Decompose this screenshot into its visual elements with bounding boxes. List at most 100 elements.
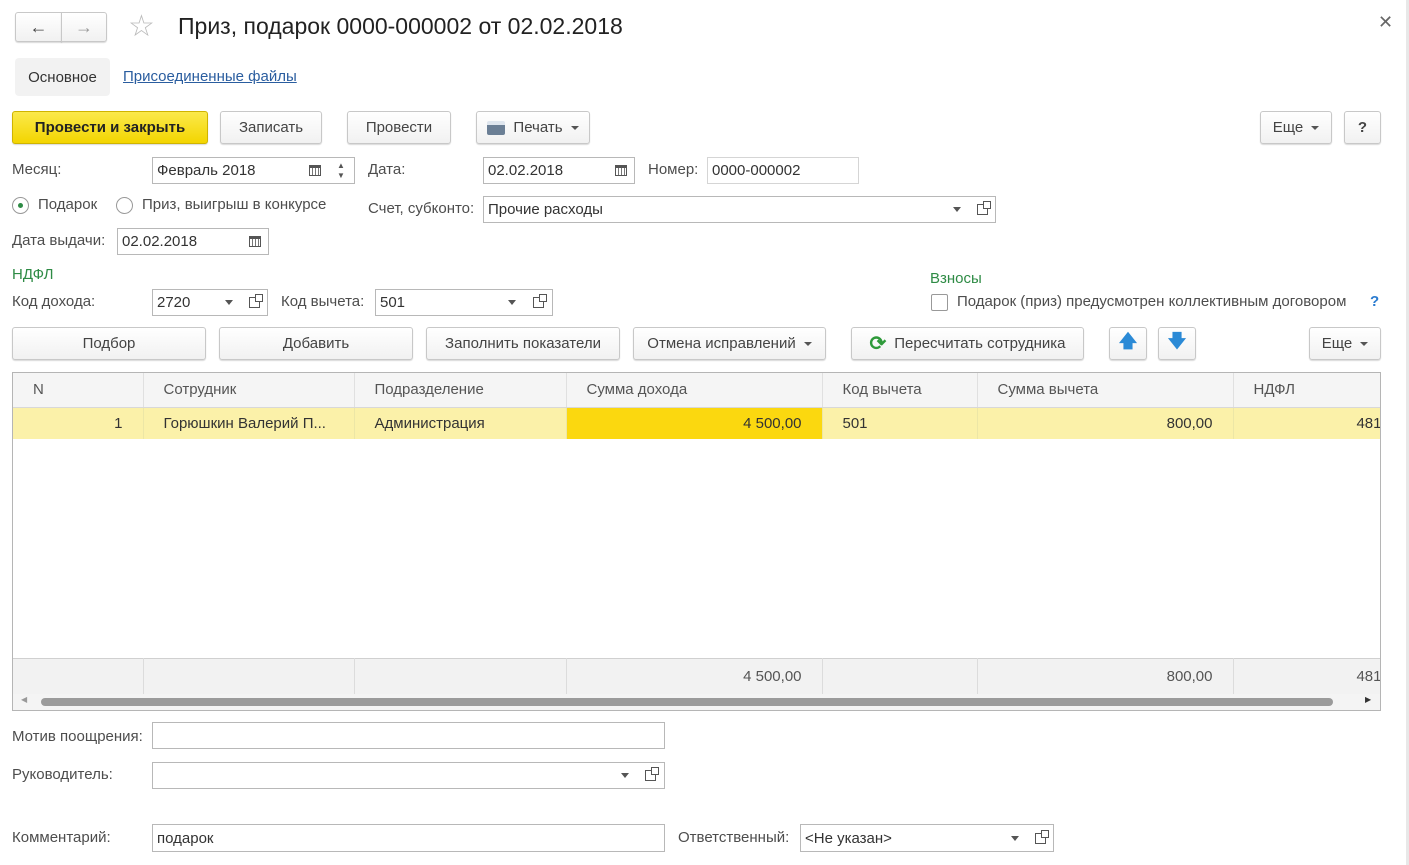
close-icon[interactable]: ✕ (1378, 12, 1393, 33)
recalculate-employee-button[interactable]: ⟳ Пересчитать сотрудника (851, 327, 1084, 360)
month-field[interactable]: Февраль 2018 (152, 157, 302, 184)
column-header[interactable]: Подразделение (354, 373, 567, 408)
income-code-label: Код дохода: (12, 293, 96, 310)
move-up-button[interactable]: 🡅 (1109, 327, 1147, 360)
open-icon (645, 767, 659, 781)
account-open-button[interactable] (969, 196, 996, 223)
total-deduction-sum: 800,00 (977, 658, 1234, 694)
select-button[interactable]: Подбор (12, 327, 206, 360)
contrib-help-icon[interactable]: ? (1370, 293, 1379, 310)
forward-button[interactable]: → (61, 12, 107, 42)
responsible-open-button[interactable] (1027, 824, 1054, 852)
recalculate-employee-label: Пересчитать сотрудника (894, 335, 1066, 352)
account-label: Счет, субконто: (368, 200, 475, 217)
contrib-checkbox[interactable] (931, 294, 948, 311)
column-header[interactable]: Сумма дохода (566, 373, 823, 408)
chevron-down-icon (952, 207, 961, 212)
issue-date-value: 02.02.2018 (122, 233, 198, 250)
comment-value: подарок (157, 829, 214, 847)
post-and-close-button[interactable]: Провести и закрыть (12, 111, 208, 144)
totals-grid: 4 500,00 800,00 481 (13, 658, 1380, 694)
back-button[interactable]: ← (15, 12, 62, 42)
add-button[interactable]: Добавить (219, 327, 413, 360)
print-button[interactable]: Печать (476, 111, 590, 144)
stepper-up-icon[interactable]: ▲ (337, 161, 345, 171)
cell-n[interactable]: 1 (13, 407, 144, 439)
column-header[interactable]: НДФЛ (1233, 373, 1380, 408)
chevron-down-icon (508, 300, 516, 305)
cell-deduction-sum[interactable]: 800,00 (977, 407, 1234, 439)
comment-field[interactable]: подарок (152, 824, 665, 852)
table-row[interactable]: 1 Горюшкин Валерий П... Администрация 4 … (13, 407, 1380, 439)
column-header[interactable]: Сотрудник (143, 373, 355, 408)
account-field[interactable]: Прочие расходы (483, 196, 945, 223)
scrollbar-thumb[interactable] (41, 698, 1333, 706)
horizontal-scrollbar[interactable]: ◀ ▶ (13, 694, 1380, 710)
issue-date-label: Дата выдачи: (12, 232, 106, 249)
manager-label: Руководитель: (12, 766, 113, 783)
scroll-right-icon[interactable]: ▶ (1365, 695, 1371, 704)
deduction-code-dropdown-button[interactable] (499, 289, 526, 316)
radio-prize[interactable] (116, 197, 133, 214)
motive-field[interactable] (152, 722, 665, 749)
tab-attached-files[interactable]: Присоединенные файлы (123, 68, 297, 85)
account-dropdown-button[interactable] (944, 196, 970, 223)
comment-label: Комментарий: (12, 829, 111, 846)
income-code-open-button[interactable] (241, 289, 268, 316)
responsible-dropdown-button[interactable] (1002, 824, 1028, 852)
issue-date-calendar-button[interactable] (242, 228, 269, 255)
income-code-field[interactable]: 2720 (152, 289, 217, 316)
manager-dropdown-button[interactable] (612, 762, 638, 789)
favorite-star-icon[interactable]: ☆ (128, 10, 155, 44)
issue-date-field[interactable]: 02.02.2018 (117, 228, 243, 255)
stepper-down-icon[interactable]: ▼ (337, 171, 345, 181)
printer-icon (487, 120, 506, 135)
date-field[interactable]: 02.02.2018 (483, 157, 609, 184)
fill-indicators-button[interactable]: Заполнить показатели (426, 327, 620, 360)
help-button[interactable]: ? (1344, 111, 1381, 144)
save-button[interactable]: Записать (220, 111, 322, 144)
number-value: 0000-000002 (712, 162, 801, 179)
table-header-row: N Сотрудник Подразделение Сумма дохода К… (13, 373, 1380, 408)
column-header[interactable]: Сумма вычета (977, 373, 1234, 408)
month-stepper[interactable]: ▲ ▼ (328, 157, 355, 184)
ndfl-section-title: НДФЛ (12, 266, 54, 283)
cell-employee[interactable]: Горюшкин Валерий П... (143, 407, 355, 439)
table-more-button[interactable]: Еще (1309, 327, 1381, 360)
cell-income-sum[interactable]: 4 500,00 (566, 407, 823, 439)
responsible-value: <Не указан> (805, 829, 892, 847)
cancel-corrections-button[interactable]: Отмена исправлений (633, 327, 826, 360)
radio-gift[interactable] (12, 197, 29, 214)
more-button[interactable]: Еще (1260, 111, 1332, 144)
radio-prize-label[interactable]: Приз, выигрыш в конкурсе (142, 196, 326, 213)
income-code-dropdown-button[interactable] (216, 289, 242, 316)
calendar-icon (308, 165, 321, 176)
chevron-down-icon (803, 341, 812, 346)
deduction-code-label: Код вычета: (281, 293, 365, 310)
open-icon (533, 294, 547, 308)
open-icon (976, 201, 991, 215)
cell-ndfl[interactable]: 481 (1233, 407, 1380, 439)
radio-gift-label[interactable]: Подарок (38, 196, 97, 213)
number-field[interactable]: 0000-000002 (707, 157, 859, 184)
tab-main[interactable]: Основное (15, 58, 110, 96)
move-down-button[interactable]: 🡇 (1158, 327, 1196, 360)
deduction-code-open-button[interactable] (525, 289, 553, 316)
calendar-icon (249, 236, 261, 247)
date-calendar-button[interactable] (608, 157, 635, 184)
column-header[interactable]: Код вычета (822, 373, 978, 408)
deduction-code-field[interactable]: 501 (375, 289, 500, 316)
post-button[interactable]: Провести (347, 111, 451, 144)
responsible-field[interactable]: <Не указан> (800, 824, 1003, 852)
cell-deduction-code[interactable]: 501 (822, 407, 978, 439)
scroll-left-icon[interactable]: ◀ (21, 695, 27, 704)
arrow-left-icon: ← (29, 16, 48, 37)
chevron-down-icon (224, 300, 233, 305)
manager-open-button[interactable] (637, 762, 665, 789)
column-header[interactable]: N (13, 373, 144, 408)
month-calendar-button[interactable] (301, 157, 329, 184)
manager-field[interactable] (152, 762, 613, 789)
cell-department[interactable]: Администрация (354, 407, 567, 439)
deduction-code-value: 501 (380, 294, 406, 311)
contrib-checkbox-label[interactable]: Подарок (приз) предусмотрен коллективным… (957, 293, 1346, 310)
